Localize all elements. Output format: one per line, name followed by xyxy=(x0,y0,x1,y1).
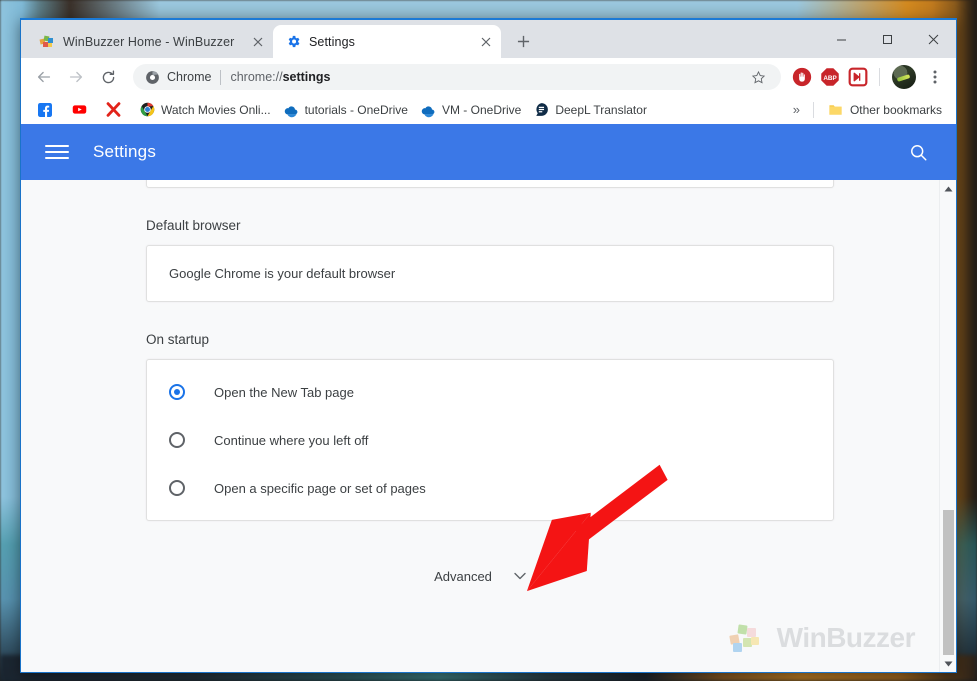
partial-card-above xyxy=(146,180,834,188)
page-title: Settings xyxy=(93,142,157,161)
three-dot-menu-icon[interactable] xyxy=(922,69,948,85)
omnibox-separator xyxy=(220,69,222,85)
bookmarks-separator xyxy=(812,101,814,118)
advanced-label: Advanced xyxy=(434,569,492,584)
radio-label: Continue where you left off xyxy=(214,432,369,448)
default-browser-status: Google Chrome is your default browser xyxy=(169,266,396,281)
bookmark-vm-onedrive[interactable]: VM - OneDrive xyxy=(414,99,527,121)
radio-label: Open the New Tab page xyxy=(214,384,354,400)
video-downloader-icon[interactable] xyxy=(845,64,871,90)
tab-settings[interactable]: Settings xyxy=(273,25,501,58)
adblock-plus-icon[interactable]: ABP xyxy=(817,64,843,90)
back-arrow-icon[interactable] xyxy=(29,62,59,92)
content-scrollbar[interactable] xyxy=(939,180,956,672)
tab-title: Settings xyxy=(309,34,355,49)
bookmark-youtube[interactable] xyxy=(65,99,99,121)
card-default-browser: Google Chrome is your default browser xyxy=(146,245,834,302)
folder-icon xyxy=(828,102,844,118)
winbuzzer-watermark-text: WinBuzzer xyxy=(776,622,916,653)
scroll-down-arrow[interactable] xyxy=(940,655,956,672)
reload-icon[interactable] xyxy=(93,62,123,92)
bookmark-label: VM - OneDrive xyxy=(441,102,522,117)
close-button[interactable] xyxy=(910,23,956,55)
winbuzzer-icon xyxy=(39,34,55,50)
bookmark-label: DeepL Translator xyxy=(555,102,647,117)
radio-open-specific-pages[interactable]: Open a specific page or set of pages xyxy=(147,464,833,512)
star-icon[interactable] xyxy=(745,70,771,85)
bookmark-x[interactable] xyxy=(99,99,133,121)
chevron-down-icon[interactable] xyxy=(514,572,526,582)
ublock-origin-icon[interactable] xyxy=(789,64,815,90)
settings-gear-icon xyxy=(285,34,301,50)
x-red-icon xyxy=(105,102,121,118)
bookmarks-overflow-button[interactable]: » xyxy=(787,100,805,119)
url-text: chrome://settings xyxy=(230,70,745,84)
window-controls xyxy=(818,20,956,58)
bookmark-watch-movies[interactable]: Watch Movies Onli... xyxy=(133,99,277,121)
bookmark-label: Watch Movies Onli... xyxy=(161,102,271,117)
url-path: settings xyxy=(282,70,331,84)
scrollbar-thumb[interactable] xyxy=(943,510,954,655)
profile-avatar[interactable] xyxy=(892,65,916,89)
winbuzzer-logo-icon xyxy=(729,622,767,654)
facebook-icon xyxy=(37,102,53,118)
close-tab-icon[interactable] xyxy=(249,33,267,51)
toolbar-separator xyxy=(879,68,880,86)
advanced-expander[interactable]: Advanced xyxy=(21,569,939,584)
hamburger-menu-icon[interactable] xyxy=(45,140,69,164)
chrome-browser-window: WinBuzzer Home - WinBuzzer Settings Chro… xyxy=(20,18,957,673)
bookmark-label: Other bookmarks xyxy=(849,102,942,117)
forward-arrow-icon[interactable] xyxy=(61,62,91,92)
radio-open-new-tab-page[interactable]: Open the New Tab page xyxy=(147,368,833,416)
close-tab-icon[interactable] xyxy=(477,33,495,51)
tab-winbuzzer-home[interactable]: WinBuzzer Home - WinBuzzer xyxy=(27,25,273,58)
card-on-startup: Open the New Tab page Continue where you… xyxy=(146,359,834,521)
onedrive-cloud-icon xyxy=(283,102,299,118)
youtube-icon xyxy=(71,102,87,118)
deepl-icon xyxy=(533,102,549,118)
search-icon[interactable] xyxy=(904,138,932,166)
browser-toolbar: Chrome chrome://settings ABP xyxy=(21,58,956,96)
bookmarks-bar-right: » Other bookmarks xyxy=(787,99,948,121)
tab-title: WinBuzzer Home - WinBuzzer xyxy=(63,34,235,49)
winbuzzer-watermark: WinBuzzer xyxy=(729,622,916,654)
section-label-on-startup: On startup xyxy=(146,332,210,347)
bookmark-label: tutorials - OneDrive xyxy=(304,102,408,117)
onedrive-cloud-icon xyxy=(420,102,436,118)
maximize-button[interactable] xyxy=(864,23,910,55)
radio-button[interactable] xyxy=(169,384,185,400)
chrome-badge-label: Chrome xyxy=(167,70,212,84)
section-label-default-browser: Default browser xyxy=(146,218,241,233)
chrome-circle-icon xyxy=(139,102,155,118)
minimize-button[interactable] xyxy=(818,23,864,55)
chrome-site-badge: Chrome xyxy=(145,70,211,85)
radio-button[interactable] xyxy=(169,480,185,496)
settings-page: Settings Default browser Google Chrome i… xyxy=(21,124,956,672)
url-prefix: chrome:// xyxy=(230,70,283,84)
svg-text:ABP: ABP xyxy=(823,75,836,82)
radio-label: Open a specific page or set of pages xyxy=(214,480,426,496)
radio-continue-where-left-off[interactable]: Continue where you left off xyxy=(147,416,833,464)
new-tab-button[interactable] xyxy=(509,27,537,55)
tab-strip: WinBuzzer Home - WinBuzzer Settings xyxy=(21,20,956,58)
scroll-up-arrow[interactable] xyxy=(940,180,956,197)
radio-button[interactable] xyxy=(169,432,185,448)
address-bar[interactable]: Chrome chrome://settings xyxy=(133,64,781,90)
bookmark-tutorials-onedrive[interactable]: tutorials - OneDrive xyxy=(277,99,414,121)
settings-content: Default browser Google Chrome is your de… xyxy=(21,180,939,672)
settings-header-bar: Settings xyxy=(21,124,956,180)
other-bookmarks-folder[interactable]: Other bookmarks xyxy=(822,99,948,121)
bookmark-deepl-translator[interactable]: DeepL Translator xyxy=(527,99,653,121)
bookmark-facebook[interactable] xyxy=(31,99,65,121)
bookmarks-bar: Watch Movies Onli... tutorials - OneDriv… xyxy=(21,96,956,124)
